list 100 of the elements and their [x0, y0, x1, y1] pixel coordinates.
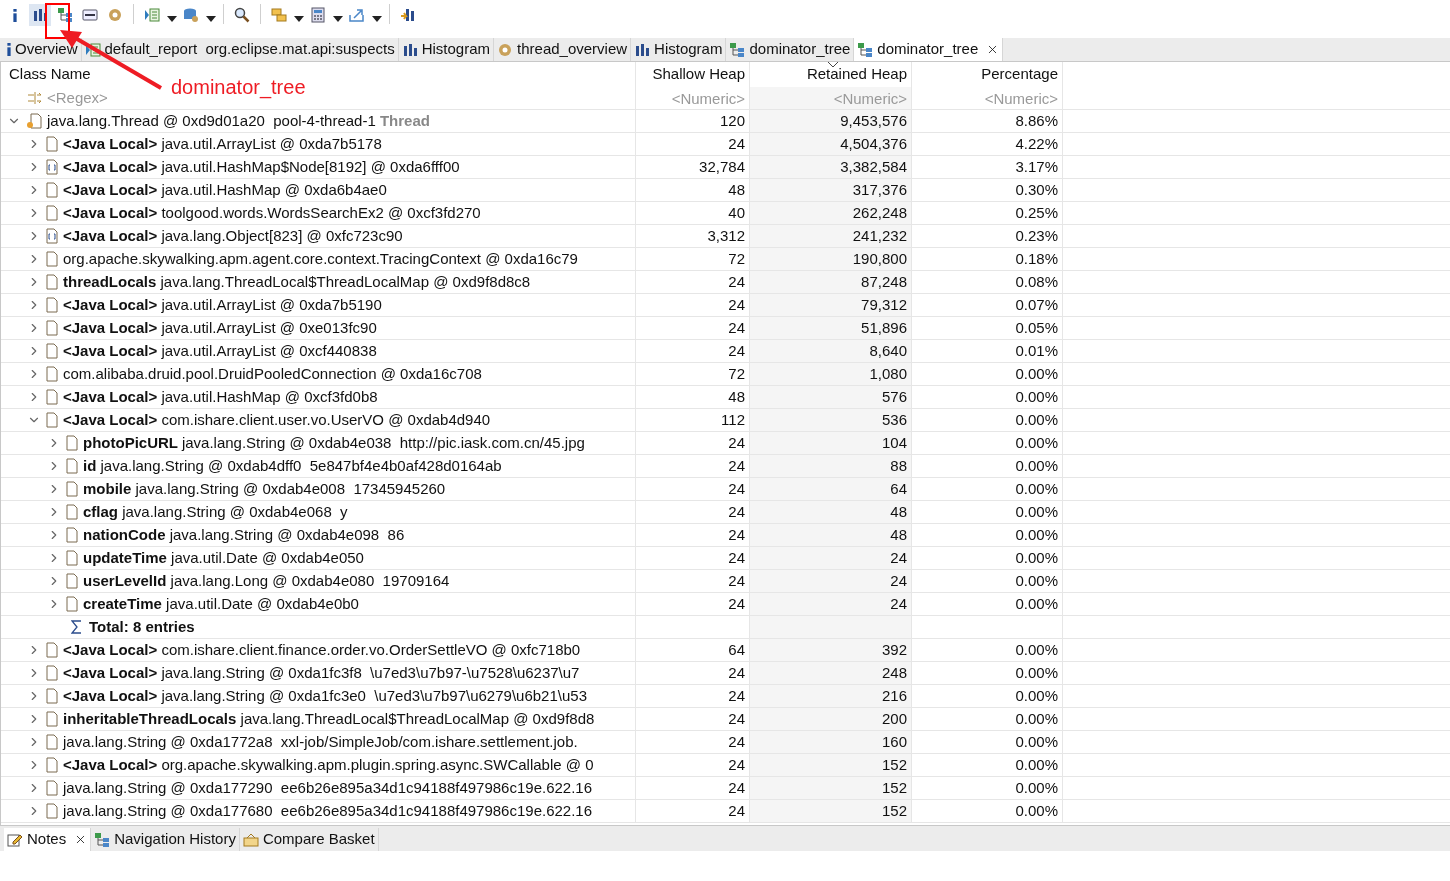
class-name: <Java Local> toolgood.words.WordsSearchEx2 @ 0xcf3fd270 — [63, 202, 481, 223]
export-icon — [349, 7, 365, 23]
column-header[interactable]: Class Name — [9, 63, 91, 86]
class-name: <Java Local> com.ishare.client.user.vo.UserVO @ 0xdab4d940 — [63, 409, 491, 430]
file-icon — [66, 573, 78, 589]
file-icon — [66, 504, 78, 520]
file-icon — [46, 688, 58, 704]
class-name: <Java Local> java.util.ArrayList @ 0xe013fc90 — [63, 317, 377, 338]
total-count: Total: 8 entries — [89, 616, 195, 637]
retained-heap-cell: 24 — [750, 547, 912, 569]
tree-icon — [57, 7, 73, 23]
class-name: <Java Local> java.lang.String @ 0xda1fc3e0 \u7ed3\u7b97\u6279\u6b21\u53 — [63, 685, 587, 706]
retained-heap-cell: 3,382,584 — [750, 156, 912, 178]
percentage-cell: 0.00% — [912, 455, 1063, 477]
tab[interactable]: thread_overview — [494, 38, 632, 61]
dropdown-caret-icon[interactable] — [333, 16, 343, 22]
retained-heap-cell: 152 — [750, 754, 912, 776]
retained-heap-cell: 190,800 — [750, 248, 912, 270]
percentage-cell: 0.00% — [912, 777, 1063, 799]
file-icon — [46, 182, 58, 198]
file-icon — [46, 320, 58, 336]
tab[interactable]: Histogram — [398, 38, 495, 61]
file-icon — [46, 343, 58, 359]
retained-heap-cell: 576 — [750, 386, 912, 408]
column-header[interactable]: Shallow Heap — [652, 63, 745, 86]
percentage-cell: 0.00% — [912, 731, 1063, 753]
file-icon — [46, 780, 58, 796]
thread-icon — [26, 113, 42, 129]
filter-field[interactable]: <Numeric> — [636, 87, 749, 109]
percentage-cell: 0.00% — [912, 685, 1063, 707]
search-icon — [234, 7, 250, 23]
file-icon — [46, 711, 58, 727]
report-icon — [84, 41, 101, 58]
file-icon — [46, 389, 58, 405]
tab[interactable]: dominator_tree — [854, 38, 1004, 61]
percentage-cell: 0.00% — [912, 639, 1063, 661]
filter-icon — [27, 91, 43, 105]
retained-heap-cell: 104 — [750, 432, 912, 454]
retained-heap-cell: 262,248 — [750, 202, 912, 224]
percentage-cell: 0.30% — [912, 179, 1063, 201]
column-header[interactable]: Retained Heap — [806, 63, 907, 86]
file-icon — [46, 665, 58, 681]
file-icon — [46, 205, 58, 221]
class-name: <Java Local> org.apache.skywalking.apm.plugin.spring.async.SWCallable @ 0 — [63, 754, 594, 775]
retained-heap-cell: 1,080 — [750, 363, 912, 385]
tab[interactable]: default_report org.eclipse.mat.api:suspects — [81, 38, 399, 61]
percentage-cell: 8.86% — [912, 110, 1063, 132]
dropdown-caret-icon[interactable] — [167, 16, 177, 22]
class-name: java.lang.String @ 0xda1772a8 xxl-job/SimpleJob/com.ishare.settlement.job. — [63, 731, 578, 752]
tree-icon — [857, 41, 874, 58]
percentage-cell: 0.01% — [912, 340, 1063, 362]
calculator-icon — [310, 7, 326, 23]
file-icon — [46, 297, 58, 313]
tab[interactable]: Histogram — [631, 38, 727, 61]
filter-field[interactable]: <Regex> — [47, 86, 167, 110]
file-icon — [46, 136, 58, 152]
tab[interactable]: Notes — [4, 828, 92, 851]
dropdown-caret-icon[interactable] — [294, 16, 304, 22]
retained-heap-cell: 160 — [750, 731, 912, 753]
class-name: <Java Local> java.lang.Object[823] @ 0xfc723c90 — [63, 225, 403, 246]
percentage-cell: 0.23% — [912, 225, 1063, 247]
retained-heap-cell: 241,232 — [750, 225, 912, 247]
file-icon — [66, 435, 78, 451]
class-name: <Java Local> java.lang.String @ 0xda1fc3f8 \u7ed3\u7b97-\u7528\u6237\u7 — [63, 662, 580, 683]
class-name: photoPicURL java.lang.String @ 0xdab4e038 http://pic.iask.com.cn/45.jpg — [83, 432, 585, 453]
retained-heap-cell: 8,640 — [750, 340, 912, 362]
class-name: userLevelId java.lang.Long @ 0xdab4e080 19709164 — [83, 570, 450, 591]
array-icon — [46, 228, 58, 244]
column-header[interactable]: Percentage — [981, 63, 1058, 86]
bar-chart-icon — [634, 41, 651, 58]
tree-icon — [729, 41, 746, 58]
filter-field[interactable]: <Numeric> — [912, 87, 1062, 109]
gear-icon — [497, 41, 514, 58]
percentage-cell: 0.00% — [912, 363, 1063, 385]
file-icon — [66, 481, 78, 497]
retained-heap-cell: 24 — [750, 593, 912, 615]
class-name: <Java Local> java.util.HashMap @ 0xcf3fd0b8 — [63, 386, 378, 407]
tree-icon — [94, 831, 111, 848]
retained-heap-cell: 87,248 — [750, 271, 912, 293]
class-name: <Java Local> java.util.HashMap @ 0xda6b4ae0 — [63, 179, 387, 200]
percentage-cell: 0.00% — [912, 662, 1063, 684]
file-icon — [46, 274, 58, 290]
file-icon — [46, 366, 58, 382]
query-icon — [82, 7, 98, 23]
file-icon — [46, 734, 58, 750]
bar-chart-icon — [401, 41, 418, 58]
class-name: inheritableThreadLocals java.lang.ThreadLocal$ThreadLocalMap @ 0xd9f8d8 — [63, 708, 595, 729]
retained-heap-cell: 9,453,576 — [750, 110, 912, 132]
tab[interactable]: Navigation History — [91, 828, 240, 851]
class-name: <Java Local> java.util.ArrayList @ 0xda7b5178 — [63, 133, 382, 154]
retained-heap-cell: 536 — [750, 409, 912, 431]
percentage-cell: 0.00% — [912, 593, 1063, 615]
class-name: nationCode java.lang.String @ 0xdab4e098 86 — [83, 524, 405, 545]
filter-field[interactable]: <Numeric> — [750, 87, 911, 109]
tab[interactable]: Compare Basket — [239, 828, 379, 851]
retained-heap-cell: 48 — [750, 524, 912, 546]
retained-heap-cell: 64 — [750, 478, 912, 500]
class-name: createTime java.util.Date @ 0xdab4e0b0 — [83, 593, 359, 614]
dropdown-caret-icon[interactable] — [372, 16, 382, 22]
dropdown-caret-icon[interactable] — [206, 16, 216, 22]
